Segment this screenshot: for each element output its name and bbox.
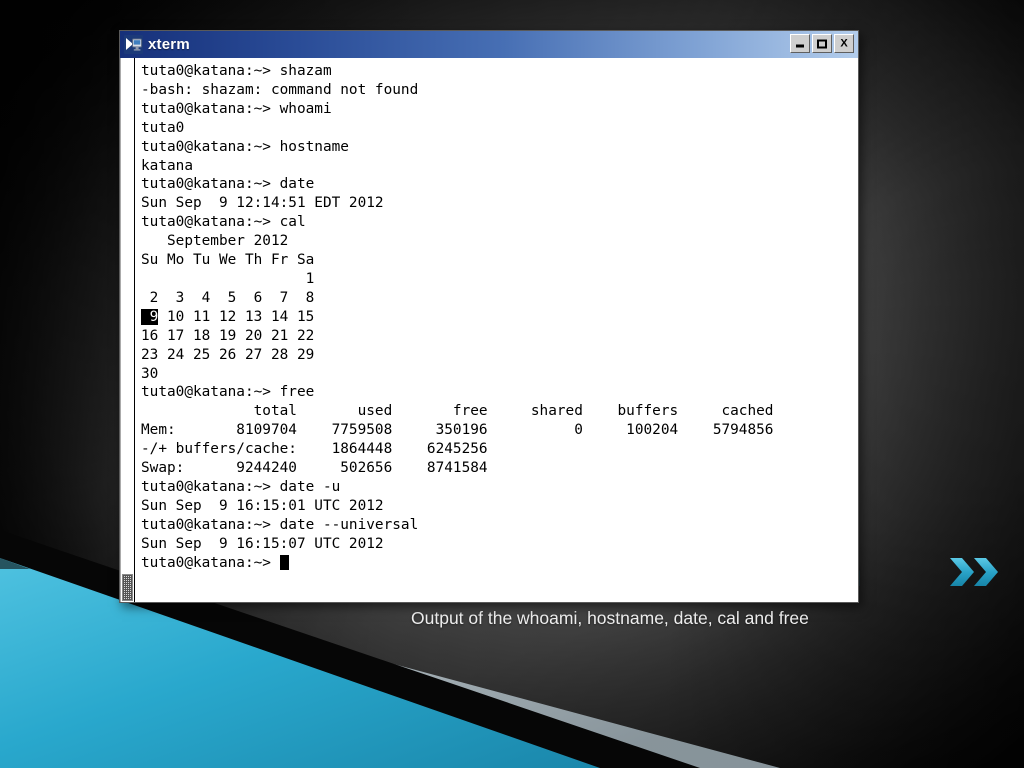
- slide-caption: Output of the whoami, hostname, date, ca…: [411, 608, 809, 628]
- terminal-command-line: tuta0@katana:~> hostname: [141, 138, 349, 155]
- terminal-output-line: Sun Sep 9 16:15:01 UTC 2012: [141, 497, 384, 514]
- terminal-output-line: 2 3 4 5 6 7 8: [141, 289, 315, 306]
- minimize-button[interactable]: [790, 34, 810, 53]
- terminal-command-line: tuta0@katana:~> date --universal: [141, 516, 419, 533]
- terminal-output-line: Su Mo Tu We Th Fr Sa: [141, 252, 315, 269]
- window-titlebar[interactable]: xterm X: [120, 31, 858, 58]
- terminal-output-line: 23 24 25 26 27 28 29: [141, 346, 315, 363]
- terminal-active-prompt: tuta0@katana:~>: [141, 554, 858, 573]
- terminal-output-line: Mem: 8109704 7759508 350196 0 100204 579…: [141, 422, 774, 439]
- calendar-week-row: 9 10 11 12 13 14 15: [141, 308, 315, 325]
- terminal-output-line: Sun Sep 9 12:14:51 EDT 2012: [141, 195, 384, 212]
- terminal-command-line: tuta0@katana:~> shazam: [141, 63, 332, 79]
- terminal-command-line: tuta0@katana:~> date -u: [141, 478, 341, 495]
- scrollbar-thumb[interactable]: [122, 574, 133, 601]
- terminal-output-line: katana: [141, 157, 193, 174]
- minimize-icon: [796, 44, 804, 48]
- terminal-body[interactable]: tuta0@katana:~> shazam -bash: shazam: com…: [120, 58, 858, 602]
- terminal-command-line: tuta0@katana:~> free: [141, 384, 315, 401]
- maximize-button[interactable]: [812, 34, 832, 53]
- window-title: xterm: [148, 36, 190, 53]
- terminal-output-line: -bash: shazam: command not found: [141, 81, 419, 98]
- terminal-command-line: tuta0@katana:~> whoami: [141, 100, 332, 117]
- terminal-output: tuta0@katana:~> shazam -bash: shazam: com…: [135, 58, 858, 602]
- terminal-output-line: -/+ buffers/cache: 1864448 6245256: [141, 441, 488, 458]
- terminal-output-line: 1: [141, 270, 315, 287]
- xterm-window[interactable]: xterm X tuta0@katana:~> shazam -bash: sha…: [119, 30, 859, 603]
- maximize-icon: [817, 39, 827, 48]
- terminal-output-line: tuta0: [141, 119, 185, 136]
- terminal-output-line: 16 17 18 19 20 21 22: [141, 327, 315, 344]
- terminal-output-line: 30: [141, 365, 159, 382]
- vertical-scrollbar[interactable]: [120, 58, 135, 602]
- terminal-cursor: [279, 554, 289, 570]
- terminal-output-line: September 2012: [141, 233, 289, 250]
- terminal-output-line: total used free shared buffers cached: [141, 403, 774, 420]
- terminal-command-line: tuta0@katana:~> cal: [141, 214, 306, 231]
- terminal-command-line: tuta0@katana:~> date: [141, 176, 315, 193]
- terminal-output-line: Sun Sep 9 16:15:07 UTC 2012: [141, 535, 384, 552]
- xterm-terminal-icon: [124, 35, 143, 54]
- double-chevron-right-icon: [948, 552, 1002, 597]
- terminal-output-line: Swap: 9244240 502656 8741584: [141, 460, 488, 477]
- close-button[interactable]: X: [834, 34, 854, 53]
- calendar-today-highlight: 9: [141, 308, 159, 325]
- window-controls: X: [790, 34, 854, 53]
- close-icon: X: [840, 37, 848, 49]
- presentation-slide: System Information Output of the whoami,…: [0, 0, 1024, 768]
